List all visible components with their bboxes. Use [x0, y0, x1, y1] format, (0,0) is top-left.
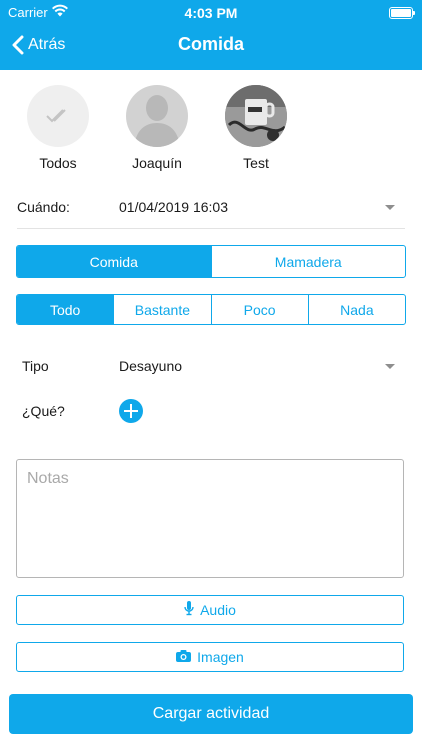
tipo-select[interactable]: Desayuno — [119, 358, 182, 374]
segment-bastante[interactable]: Bastante — [113, 295, 210, 324]
what-label: ¿Qué? — [22, 403, 65, 419]
person-joaquin[interactable]: Joaquín — [117, 85, 197, 171]
divider — [17, 228, 405, 229]
segment-comida[interactable]: Comida — [17, 246, 211, 277]
user-silhouette-icon — [134, 95, 180, 147]
person-name: Joaquín — [132, 155, 182, 171]
person-name: Todos — [39, 155, 77, 171]
avatar — [126, 85, 188, 147]
avatar — [27, 85, 89, 147]
avatar-photo — [225, 85, 287, 147]
segment-nada[interactable]: Nada — [307, 295, 405, 324]
image-button[interactable]: Imagen — [16, 642, 404, 672]
camera-icon — [176, 649, 197, 665]
image-label: Imagen — [197, 649, 244, 665]
when-label: Cuándo: — [17, 199, 70, 215]
segment-todo[interactable]: Todo — [17, 295, 114, 324]
notes-input[interactable] — [16, 459, 404, 578]
status-bar: Carrier 4:03 PM — [0, 3, 422, 21]
person-test[interactable]: Test — [216, 85, 296, 171]
amount-segmented-control: Todo Bastante Poco Nada — [16, 294, 406, 325]
add-item-button[interactable] — [119, 399, 143, 423]
page-title: Comida — [177, 34, 244, 54]
status-time: 4:03 PM — [184, 5, 238, 21]
submit-activity-button[interactable]: Cargar actividad — [9, 694, 413, 734]
mug-photo-icon — [225, 85, 287, 147]
segment-mamadera[interactable]: Mamadera — [210, 246, 406, 277]
audio-label: Audio — [200, 602, 236, 618]
tipo-label: Tipo — [22, 358, 49, 374]
microphone-icon — [184, 601, 200, 619]
food-type-segmented-control: Comida Mamadera — [16, 245, 406, 278]
when-datetime-field[interactable]: 01/04/2019 16:03 — [119, 199, 228, 215]
person-name: Test — [243, 155, 269, 171]
battery-icon — [389, 7, 415, 19]
segment-poco[interactable]: Poco — [210, 295, 308, 324]
navigation-header: Carrier 4:03 PM Atrás Comida — [0, 0, 422, 70]
audio-button[interactable]: Audio — [16, 595, 404, 625]
person-todos[interactable]: Todos — [18, 85, 98, 171]
chevron-down-icon[interactable] — [385, 205, 395, 210]
double-check-icon — [46, 109, 66, 123]
chevron-down-icon[interactable] — [385, 364, 395, 369]
